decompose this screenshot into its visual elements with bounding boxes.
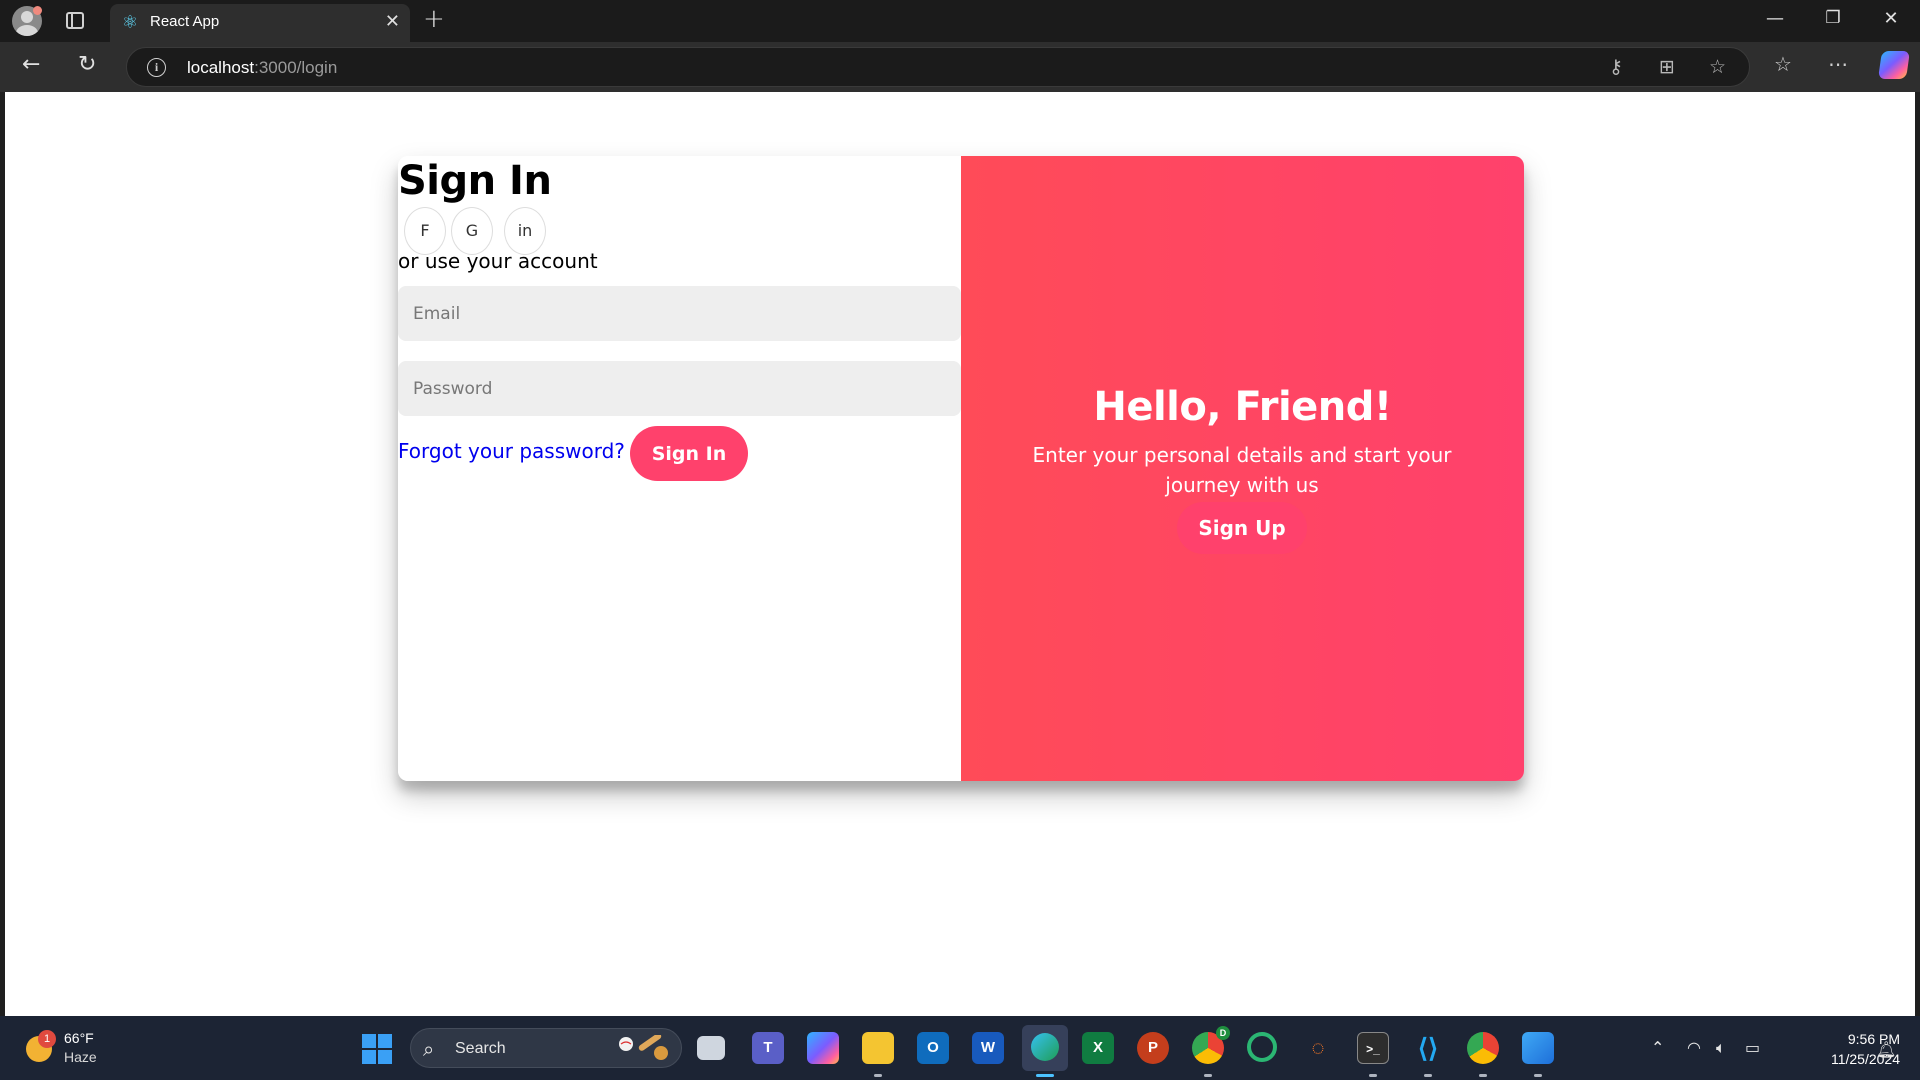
- powerpoint-icon[interactable]: P: [1137, 1032, 1169, 1064]
- overlay-title: Hello, Friend!: [1093, 384, 1392, 430]
- favorites-icon[interactable]: ☆: [1774, 52, 1792, 76]
- favorite-star-icon[interactable]: ☆: [1709, 56, 1726, 78]
- taskbar-search[interactable]: ⌕ Search: [410, 1028, 682, 1068]
- overlay-text: Enter your personal details and start yo…: [1032, 443, 1452, 497]
- chevron-up-icon[interactable]: ⌃: [1651, 1038, 1664, 1057]
- paint-indicator: [1534, 1074, 1542, 1077]
- search-highlight-icon: [619, 1035, 668, 1060]
- copilot-app-icon[interactable]: [807, 1032, 839, 1064]
- chrome-profile-icon[interactable]: D: [1192, 1026, 1230, 1064]
- edge-app-button[interactable]: [1022, 1025, 1068, 1071]
- site-info-icon[interactable]: i: [147, 58, 166, 77]
- volume-icon[interactable]: 🔈︎: [1716, 1038, 1726, 1058]
- forgot-password-link[interactable]: Forgot your password?: [398, 439, 625, 463]
- refresh-icon[interactable]: ↻: [78, 52, 96, 77]
- key-icon[interactable]: ⚷: [1609, 56, 1623, 78]
- sign-in-button[interactable]: Sign In: [630, 426, 748, 481]
- tab-actions-icon[interactable]: [66, 12, 84, 29]
- jupyter-icon[interactable]: ◌: [1302, 1032, 1334, 1064]
- word-icon[interactable]: W: [972, 1032, 1004, 1064]
- weather-badge: 1: [38, 1030, 56, 1048]
- windows-start-icon[interactable]: [362, 1034, 392, 1064]
- minimize-icon[interactable]: —: [1752, 8, 1798, 29]
- terminal-indicator: [1369, 1074, 1377, 1077]
- page-viewport: Sign In F G in or use your account Forgo…: [5, 92, 1915, 1016]
- vscode-indicator: [1424, 1074, 1432, 1077]
- close-icon[interactable]: ✕: [385, 11, 400, 32]
- browser-tab-bar: ⚛ React App ✕ + — ❐ ✕: [0, 0, 1920, 42]
- weather-widget[interactable]: 1 66°F Haze: [22, 1028, 142, 1070]
- apps-icon[interactable]: ⊞: [1659, 56, 1675, 78]
- signin-title: Sign In: [398, 158, 552, 204]
- weather-temperature: 66°F: [64, 1030, 94, 1046]
- tab-title: React App: [150, 13, 220, 30]
- new-tab-icon[interactable]: +: [423, 4, 445, 34]
- file-explorer-icon[interactable]: [862, 1032, 894, 1064]
- chrome-indicator: [1479, 1074, 1487, 1077]
- chrome-profile-badge: D: [1216, 1026, 1230, 1040]
- terminal-icon[interactable]: >_: [1357, 1032, 1389, 1064]
- edge-icon: [1031, 1033, 1059, 1061]
- chrome-profile-indicator: [1204, 1074, 1212, 1077]
- notification-bell-icon[interactable]: 🔔︎: [1876, 1040, 1896, 1059]
- back-icon[interactable]: ←: [22, 52, 40, 77]
- tab-react-app[interactable]: ⚛ React App ✕: [110, 4, 410, 42]
- url-host: localhost: [187, 58, 255, 77]
- search-label: Search: [455, 1040, 506, 1057]
- sign-in-form: Sign In F G in or use your account Forgo…: [398, 156, 961, 781]
- restore-icon[interactable]: ❐: [1810, 8, 1856, 28]
- google-login-button[interactable]: G: [451, 207, 493, 255]
- excel-icon[interactable]: X: [1082, 1032, 1114, 1064]
- more-icon[interactable]: ⋯: [1828, 52, 1848, 76]
- task-view-icon[interactable]: [697, 1036, 725, 1060]
- alt-login-text: or use your account: [398, 249, 598, 273]
- profile-notification-dot: [33, 6, 42, 15]
- url-text[interactable]: localhost:3000/login: [187, 58, 337, 78]
- vscode-icon[interactable]: ⟨⟩: [1412, 1032, 1444, 1064]
- window-close-icon[interactable]: ✕: [1868, 8, 1914, 29]
- overlay-panel: Hello, Friend! Enter your personal detai…: [961, 156, 1524, 781]
- file-explorer-indicator: [874, 1074, 882, 1077]
- react-favicon-icon: ⚛: [121, 12, 139, 33]
- edge-active-indicator: [1036, 1074, 1054, 1077]
- search-icon: ⌕: [423, 1037, 435, 1061]
- sign-up-button[interactable]: Sign Up: [1177, 502, 1307, 554]
- outlook-icon[interactable]: O: [917, 1032, 949, 1064]
- wifi-icon[interactable]: ◠: [1687, 1038, 1701, 1057]
- weather-condition: Haze: [64, 1049, 97, 1065]
- chrome-icon[interactable]: [1467, 1032, 1499, 1064]
- auth-card: Sign In F G in or use your account Forgo…: [398, 156, 1524, 781]
- email-field[interactable]: [398, 286, 961, 341]
- browser-toolbar: ← ↻ i localhost:3000/login ⚷ ⊞ ☆ ☆ ⋯: [0, 42, 1920, 92]
- copilot-icon[interactable]: [1878, 51, 1910, 79]
- linkedin-login-button[interactable]: in: [504, 207, 546, 255]
- paint-icon[interactable]: [1522, 1032, 1554, 1064]
- battery-icon[interactable]: ▭: [1745, 1038, 1760, 1057]
- address-bar[interactable]: i localhost:3000/login ⚷ ⊞ ☆: [126, 47, 1750, 87]
- url-path: :3000/login: [254, 58, 338, 77]
- facebook-login-button[interactable]: F: [404, 207, 446, 255]
- teams-icon[interactable]: T: [752, 1032, 784, 1064]
- taskbar: 1 66°F Haze ⌕ Search T O W X P D ◌ >_ ⟨⟩: [0, 1016, 1920, 1080]
- chrome-canary-icon[interactable]: [1247, 1032, 1277, 1062]
- password-field[interactable]: [398, 361, 961, 416]
